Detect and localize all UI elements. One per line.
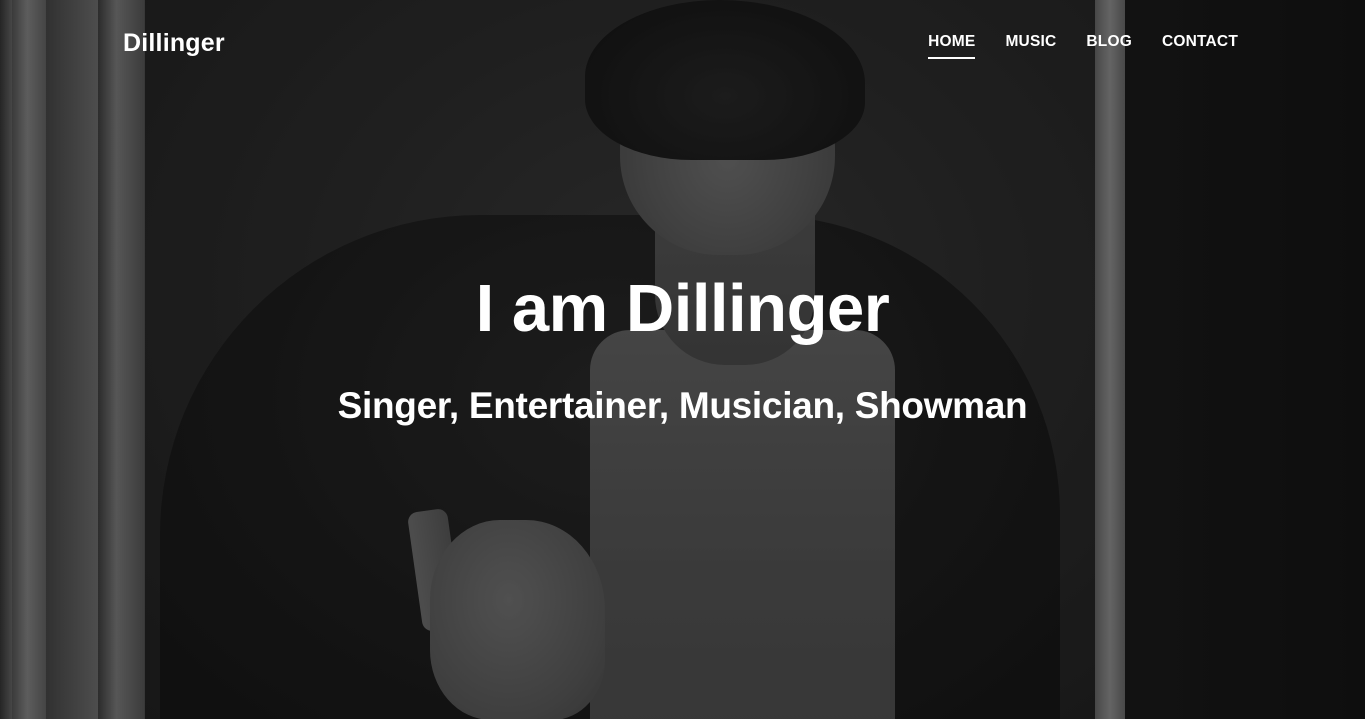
navbar: Dillinger HOME MUSIC BLOG CONTACT [0,0,1365,90]
hero-section: Dillinger HOME MUSIC BLOG CONTACT I am D… [0,0,1365,719]
nav-item-home: HOME [928,33,976,59]
nav-item-contact: CONTACT [1162,33,1238,59]
nav-link-blog[interactable]: BLOG [1086,33,1132,59]
nav-link-music[interactable]: MUSIC [1005,33,1056,59]
hero-subtitle: Singer, Entertainer, Musician, Showman [337,385,1028,426]
hero-title: I am Dillinger [475,271,890,346]
nav-item-blog: BLOG [1086,33,1132,59]
nav-menu: HOME MUSIC BLOG CONTACT [928,33,1238,59]
nav-link-contact[interactable]: CONTACT [1162,33,1238,59]
brand-logo-link[interactable]: Dillinger [123,29,225,58]
nav-link-home[interactable]: HOME [928,33,976,59]
nav-item-music: MUSIC [1005,33,1056,59]
hero-dark-overlay [0,0,1365,719]
